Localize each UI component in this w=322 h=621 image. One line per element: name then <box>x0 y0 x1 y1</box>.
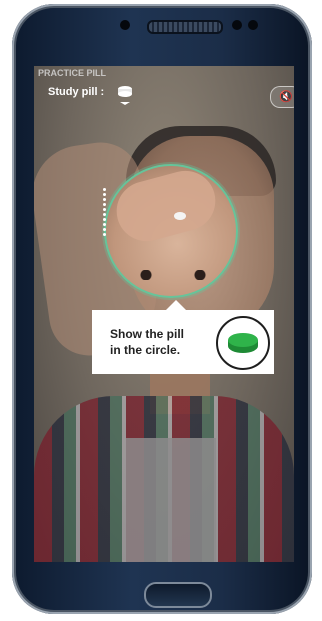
pill-icon <box>118 86 132 105</box>
home-button[interactable] <box>144 582 212 608</box>
scan-progress-dots <box>96 186 112 256</box>
front-sensor <box>120 20 130 30</box>
study-pill-label: Study pill : <box>48 86 105 98</box>
speaker-muted-icon: 🔇 <box>279 91 293 103</box>
status-title: PRACTICE PILL <box>38 68 107 78</box>
eyes-in-circle <box>128 270 218 280</box>
instruction-callout: Show the pill in the circle. <box>92 300 274 374</box>
front-camera <box>232 20 242 30</box>
speaker-grille <box>147 20 223 34</box>
mute-button[interactable]: 🔇 <box>270 86 294 108</box>
instruction-line-2: in the circle. <box>110 343 181 357</box>
instruction-line-1: Show the pill <box>110 327 184 341</box>
camera-tshirt <box>126 438 216 562</box>
capture-pill-button[interactable] <box>216 316 270 370</box>
instruction-text: Show the pill in the circle. <box>110 326 210 358</box>
pill-target-circle <box>104 164 238 298</box>
camera-screen: PRACTICE PILL Study pill : 🔇 Show the pi… <box>34 66 294 562</box>
proximity-sensor <box>248 20 258 30</box>
green-pill-icon <box>228 333 258 353</box>
pill-in-circle <box>174 212 186 220</box>
